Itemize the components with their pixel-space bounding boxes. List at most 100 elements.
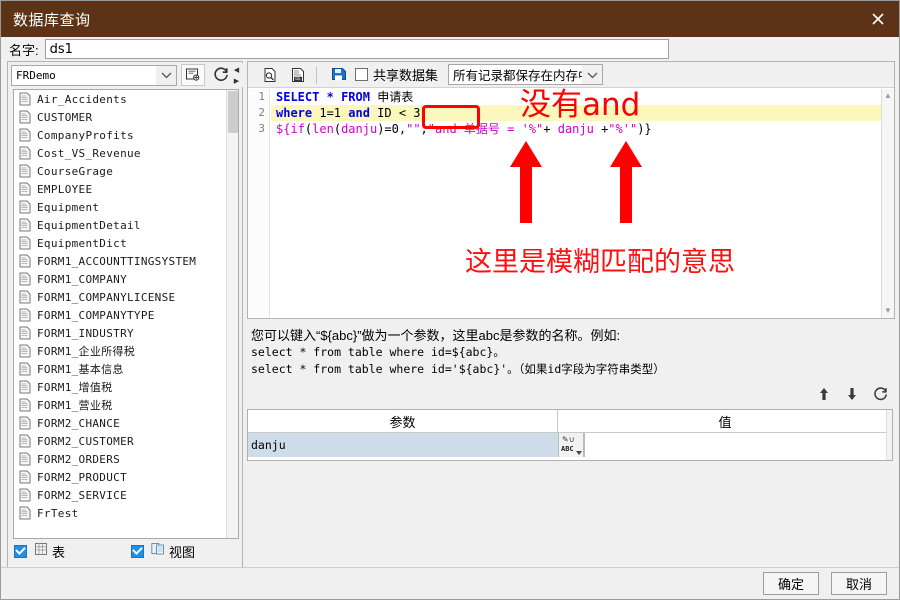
code-token: FROM [341, 90, 370, 104]
list-item[interactable]: Equipment [14, 198, 228, 216]
parameter-table[interactable]: 参数 值 danju ✎∪ ABC [247, 409, 893, 461]
database-config-button[interactable] [181, 64, 205, 86]
sql-document-button[interactable]: SQL [286, 63, 310, 86]
table-item-icon [18, 182, 32, 196]
refresh-params-button[interactable] [869, 383, 891, 405]
list-item[interactable]: EquipmentDict [14, 234, 228, 252]
list-item[interactable]: FrTest [14, 504, 228, 522]
list-item-label: FORM2_CUSTOMER [37, 434, 134, 448]
preview-sql-icon [264, 67, 276, 82]
shared-dataset-checkbox[interactable]: 共享数据集 [355, 65, 438, 84]
list-item[interactable]: CourseGrage [14, 162, 228, 180]
list-item[interactable]: FORM2_CHANCE [14, 414, 228, 432]
code-token: + [543, 122, 558, 136]
collapse-left-icon[interactable]: ◀ [234, 67, 239, 75]
table-item-icon [18, 218, 32, 232]
param-name-cell[interactable]: danju [248, 433, 558, 457]
list-item-label: FORM1_COMPANY [37, 272, 127, 286]
help-text: 您可以键入“${abc}”做为一个参数，这里abc是参数的名称。例如: sele… [251, 327, 871, 381]
code-token: 3 [406, 106, 421, 120]
panel-resize-handles[interactable]: ◀ ▶ [231, 65, 242, 87]
list-item-label: Equipment [37, 200, 100, 214]
table-item-icon [18, 110, 32, 124]
list-item[interactable]: CUSTOMER [14, 108, 228, 126]
list-item-label: EquipmentDict [37, 236, 127, 250]
filter-tables[interactable]: 表 [14, 542, 65, 561]
code-line[interactable]: SELECT * FROM 申请表 [271, 89, 882, 105]
code-token: "and 单据号 = '%" [427, 122, 544, 136]
code-line[interactable]: ${if(len(danju)=0,"","and 单据号 = '%"+ dan… [271, 121, 882, 137]
list-item[interactable]: FORM1_COMPANYTYPE [14, 306, 228, 324]
table-item-icon [18, 488, 32, 502]
view-icon [151, 542, 165, 561]
list-item[interactable]: FORM1_营业税 [14, 396, 228, 414]
list-item-label: CompanyProfits [37, 128, 134, 142]
storage-mode-value: 所有记录都保存在内存中 [453, 69, 583, 83]
list-item[interactable]: Cost_VS_Revenue [14, 144, 228, 162]
table-item-icon [18, 308, 32, 322]
code-token: len [312, 122, 334, 136]
list-item[interactable]: EMPLOYEE [14, 180, 228, 198]
close-button[interactable] [855, 1, 899, 37]
table-list-scrollbar[interactable] [226, 90, 238, 538]
list-item[interactable]: FORM1_企业所得税 [14, 342, 228, 360]
list-item[interactable]: FORM2_ORDERS [14, 450, 228, 468]
chevron-down-icon[interactable] [582, 65, 603, 84]
table-list[interactable]: Air_Accidents CUSTOMER CompanyProfits Cost_… [13, 89, 239, 539]
table-icon [34, 542, 48, 561]
move-down-button[interactable] [841, 383, 863, 405]
title-bar: 数据库查询 [1, 1, 899, 37]
sql-code-area[interactable]: 1 2 3 SELECT * FROM 申请表 where 1=1 and ID < … [248, 89, 882, 318]
scrollbar-thumb[interactable] [228, 91, 238, 133]
table-filter-label: 表 [52, 544, 66, 560]
scroll-down-icon[interactable]: ▼ [884, 304, 892, 318]
list-item[interactable]: CompanyProfits [14, 126, 228, 144]
table-item-icon [18, 470, 32, 484]
save-button[interactable] [327, 63, 351, 86]
sql-code-lines[interactable]: SELECT * FROM 申请表 where 1=1 and ID < 3 ${i… [271, 89, 882, 137]
list-item[interactable]: FORM1_基本信息 [14, 360, 228, 378]
sql-doc-icon: SQL [292, 67, 304, 82]
chevron-down-icon[interactable] [576, 451, 582, 455]
param-type-selector[interactable]: ✎∪ ABC [558, 433, 584, 457]
storage-mode-select[interactable]: 所有记录都保存在内存中 [448, 64, 604, 85]
connection-select[interactable]: FRDemo [11, 64, 177, 86]
shared-dataset-box[interactable] [355, 68, 368, 81]
name-input[interactable]: ds1 [44, 39, 669, 59]
list-item[interactable]: FORM1_COMPANYLICENSE [14, 288, 228, 306]
list-item[interactable]: FORM2_PRODUCT [14, 468, 228, 486]
list-item[interactable]: FORM1_增值税 [14, 378, 228, 396]
refresh-connection-button[interactable] [209, 64, 233, 86]
close-icon [872, 13, 884, 25]
code-line[interactable]: where 1=1 and ID < 3 [271, 105, 882, 121]
expand-right-icon[interactable]: ▶ [234, 78, 239, 86]
table-filter-checkbox[interactable] [14, 544, 27, 558]
editor-scrollbar[interactable]: ▲ ▼ [881, 89, 894, 318]
filter-views[interactable]: 视图 [131, 542, 195, 561]
table-row[interactable]: danju ✎∪ ABC [248, 433, 892, 457]
param-value-cell[interactable] [584, 433, 892, 457]
cancel-button[interactable]: 取消 [831, 572, 887, 595]
parameter-table-scrollbar[interactable] [886, 410, 892, 460]
window-title: 数据库查询 [13, 11, 91, 29]
filter-row: 表 视图 [14, 540, 238, 562]
list-item[interactable]: FORM1_ACCOUNTTINGSYSTEM [14, 252, 228, 270]
view-filter-checkbox[interactable] [131, 544, 145, 558]
move-up-button[interactable] [813, 383, 835, 405]
code-token: if [290, 122, 305, 136]
list-item[interactable]: EquipmentDetail [14, 216, 228, 234]
list-item[interactable]: Air_Accidents [14, 90, 228, 108]
table-item-icon [18, 362, 32, 376]
list-item[interactable]: FORM1_INDUSTRY [14, 324, 228, 342]
chevron-down-icon[interactable] [156, 65, 176, 85]
scroll-up-icon[interactable]: ▲ [884, 89, 892, 103]
save-icon [332, 67, 346, 80]
preview-sql-button[interactable] [258, 63, 282, 86]
list-item[interactable]: FORM2_SERVICE [14, 486, 228, 504]
table-item-icon [18, 380, 32, 394]
ok-button[interactable]: 确定 [763, 572, 819, 595]
list-item[interactable]: FORM1_COMPANY [14, 270, 228, 288]
code-token: ( [333, 122, 342, 136]
list-item[interactable]: FORM2_CUSTOMER [14, 432, 228, 450]
code-token: , [420, 122, 428, 136]
